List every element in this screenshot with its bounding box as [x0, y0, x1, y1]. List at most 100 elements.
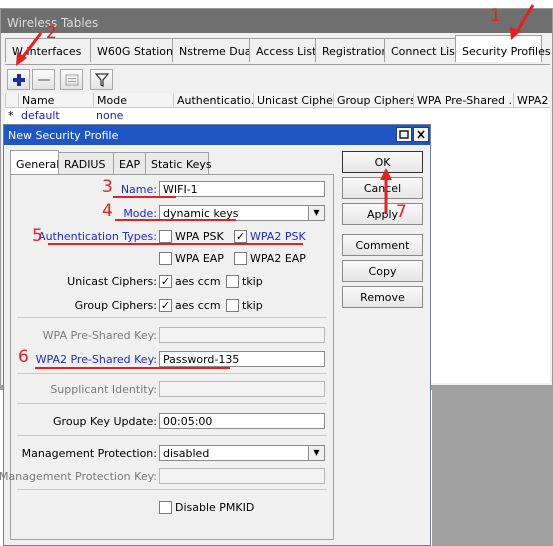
- unicast-aes-ccm-checkbox[interactable]: ✓: [159, 275, 172, 288]
- wpa-psk-key-input[interactable]: [159, 327, 325, 343]
- group-tkip-checkbox[interactable]: [226, 299, 239, 312]
- col-group-ciphers[interactable]: Group Ciphers: [333, 93, 413, 108]
- col-authentication[interactable]: Authenticatio...: [173, 93, 253, 108]
- management-protection-key-input[interactable]: [159, 468, 325, 484]
- col-name[interactable]: Name: [18, 93, 93, 108]
- unicast-tkip-checkbox[interactable]: [226, 275, 239, 288]
- col-marker: [5, 93, 18, 108]
- dialog-tab-bar: General RADIUS EAP Static Keys: [10, 150, 212, 174]
- comment-toolbar-button[interactable]: [60, 69, 83, 90]
- tab-wifi-interfaces-label: W Interfaces: [12, 45, 82, 58]
- remove-button[interactable]: Remove: [342, 286, 423, 308]
- row-mode: none: [96, 109, 124, 122]
- annotation-2: 2: [46, 23, 57, 43]
- wpa-eap-checkbox[interactable]: [159, 252, 172, 265]
- dropdown-arrow-icon[interactable]: ▼: [308, 206, 324, 220]
- divider: [17, 317, 327, 318]
- maximize-icon: [399, 130, 409, 139]
- divider: [17, 435, 327, 436]
- annotation-5: 5: [32, 226, 43, 246]
- annotation-7: 7: [396, 202, 407, 222]
- tab-access-list[interactable]: Access List: [249, 38, 316, 62]
- row-name: default: [21, 109, 60, 122]
- dialog-title: New Security Profile: [8, 129, 119, 142]
- col-wpa2-psk[interactable]: WPA2 Pr: [513, 93, 550, 108]
- unicast-ciphers-label: Unicast Ciphers:: [67, 275, 157, 288]
- supplicant-identity-input[interactable]: [159, 381, 325, 397]
- remove-toolbar-button[interactable]: [32, 69, 55, 90]
- workspace-background-right: [432, 390, 553, 546]
- outer-tab-bar: W Interfaces W60G Station Nstreme Dual A…: [5, 35, 551, 62]
- new-security-profile-dialog: New Security Profile General RADIUS EAP …: [0, 124, 431, 546]
- tab-security-profiles[interactable]: Security Profiles: [455, 35, 551, 62]
- wpa2-eap-label: WPA2 EAP: [250, 252, 306, 265]
- ok-button[interactable]: OK: [342, 151, 423, 173]
- group-aes-ccm-checkbox[interactable]: ✓: [159, 299, 172, 312]
- table-header: Name Mode Authenticatio... Unicast Ciphe…: [5, 93, 550, 108]
- col-wpa-psk[interactable]: WPA Pre-Shared ...: [413, 93, 513, 108]
- apply-button[interactable]: Apply: [342, 203, 423, 225]
- group-key-update-input[interactable]: 00:05:00: [159, 413, 325, 429]
- filter-icon: [94, 73, 110, 87]
- mode-select[interactable]: dynamic keys ▼: [159, 205, 325, 221]
- management-protection-select[interactable]: disabled ▼: [159, 445, 325, 461]
- name-input[interactable]: WIFI-1: [159, 181, 325, 197]
- table-row[interactable]: * default none: [5, 109, 550, 122]
- name-label: Name:: [120, 183, 157, 196]
- close-button[interactable]: [413, 127, 429, 142]
- close-icon: [417, 130, 425, 139]
- copy-button[interactable]: Copy: [342, 260, 423, 282]
- group-ciphers-label: Group Ciphers:: [74, 299, 157, 312]
- tab-nstreme-dual[interactable]: Nstreme Dual: [172, 38, 255, 62]
- mode-value: dynamic keys: [163, 207, 239, 220]
- unicast-aes-ccm-label: aes ccm: [175, 275, 221, 288]
- tab-registration[interactable]: Registration: [315, 38, 388, 62]
- wpa-psk-checkbox[interactable]: [159, 230, 172, 243]
- filter-button[interactable]: [90, 69, 113, 90]
- wpa2-psk-key-input[interactable]: Password-135: [159, 351, 325, 367]
- divider: [17, 403, 327, 404]
- unicast-tkip-label: tkip: [242, 275, 263, 288]
- col-unicast-ciphers[interactable]: Unicast Ciphers: [253, 93, 333, 108]
- annotation-4: 4: [102, 201, 113, 221]
- management-protection-label: Management Protection:: [21, 447, 157, 460]
- tab-eap[interactable]: EAP: [113, 152, 146, 174]
- annotation-1: 1: [490, 6, 501, 26]
- disable-pmkid-label: Disable PMKID: [175, 501, 255, 514]
- dropdown-arrow-icon[interactable]: ▼: [308, 446, 324, 460]
- tab-connect-list[interactable]: Connect List: [384, 38, 459, 62]
- cancel-button[interactable]: Cancel: [342, 177, 423, 199]
- wpa-eap-label: WPA EAP: [175, 252, 224, 265]
- wpa2-eap-checkbox[interactable]: [234, 252, 247, 265]
- window-title: Wireless Tables: [1, 9, 552, 33]
- tab-w60g-station[interactable]: W60G Station: [90, 38, 173, 62]
- col-mode[interactable]: Mode: [93, 93, 173, 108]
- add-button[interactable]: [7, 69, 30, 90]
- maximize-button[interactable]: [396, 127, 412, 142]
- tab-general[interactable]: General: [10, 150, 59, 174]
- tab-radius[interactable]: RADIUS: [58, 152, 114, 174]
- tab-static-keys[interactable]: Static Keys: [145, 152, 212, 174]
- minus-icon: [38, 79, 50, 81]
- outer-toolbar: [5, 64, 550, 92]
- general-panel: Name: WIFI-1 Mode: dynamic keys ▼ Authen…: [0, 174, 334, 540]
- wpa2-psk-key-label: WPA2 Pre-Shared Key:: [35, 353, 157, 366]
- mode-label: Mode:: [123, 207, 157, 220]
- group-tkip-label: tkip: [242, 299, 263, 312]
- wpa2-psk-checkbox[interactable]: ✓: [234, 230, 247, 243]
- divider: [17, 489, 327, 490]
- plus-icon: [13, 74, 25, 86]
- annotation-3: 3: [102, 177, 113, 197]
- disable-pmkid-checkbox[interactable]: [159, 501, 172, 514]
- wpa-psk-label: WPA PSK: [175, 230, 224, 243]
- note-icon: [65, 74, 79, 86]
- divider: [17, 373, 327, 374]
- row-marker: *: [8, 109, 14, 122]
- comment-button[interactable]: Comment: [342, 234, 423, 256]
- annotation-6: 6: [18, 347, 29, 367]
- wpa-psk-key-label: WPA Pre-Shared Key:: [42, 329, 157, 342]
- dialog-title-bar: New Security Profile: [4, 125, 430, 145]
- wpa2-psk-label: WPA2 PSK: [250, 230, 306, 243]
- supplicant-identity-label: Supplicant Identity:: [50, 383, 157, 396]
- management-protection-value: disabled: [163, 447, 210, 460]
